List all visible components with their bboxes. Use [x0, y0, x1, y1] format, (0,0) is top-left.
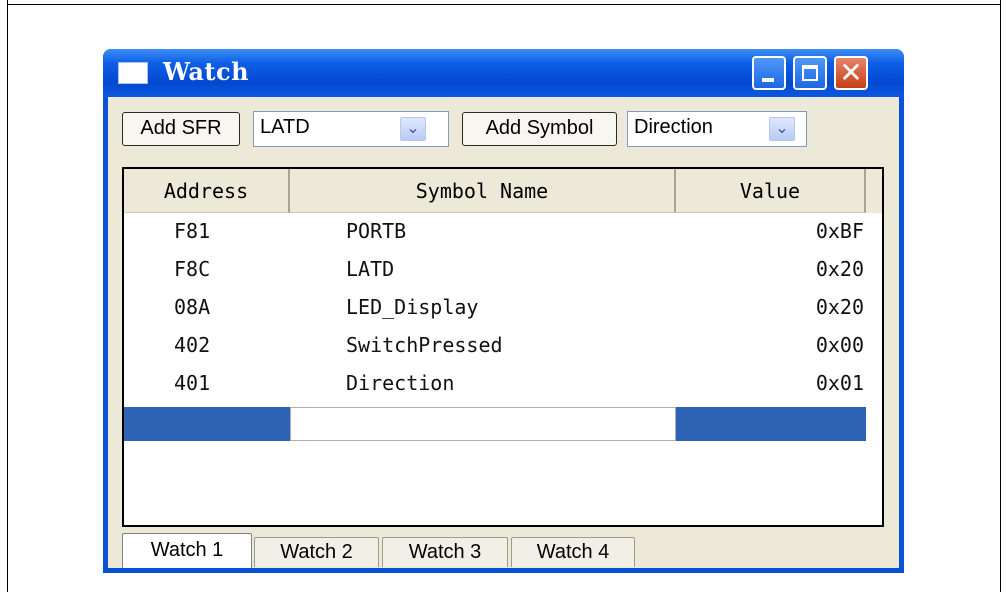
tab-watch-1[interactable]: Watch 1	[122, 533, 252, 568]
figure-border-right	[1000, 0, 1001, 592]
symbol-cell: PORTB	[346, 219, 407, 243]
window-client-area: Add SFR LATD ⌄ Add Symbol Direction ⌄ Ad…	[108, 97, 899, 568]
chevron-down-icon[interactable]: ⌄	[769, 117, 795, 141]
table-row[interactable]: F81 PORTB 0xBF	[124, 217, 882, 247]
chevron-down-icon[interactable]: ⌄	[400, 117, 426, 141]
value-cell: 0x20	[815, 295, 864, 319]
column-header-symbol-name[interactable]: Symbol Name	[290, 169, 676, 213]
add-sfr-button[interactable]: Add SFR	[122, 112, 240, 146]
table-row[interactable]: F8C LATD 0x20	[124, 255, 882, 285]
symbol-dropdown[interactable]: Direction ⌄	[627, 111, 807, 147]
title-bar[interactable]: Watch ✕	[103, 49, 904, 97]
address-cell: F8C	[174, 257, 211, 281]
value-cell: 0x01	[815, 371, 864, 395]
address-cell: F81	[174, 219, 211, 243]
symbol-cell: SwitchPressed	[346, 333, 503, 357]
grid-header: Address Symbol Name Value	[124, 169, 882, 213]
figure-border-left	[7, 0, 8, 592]
maximize-button[interactable]	[793, 56, 827, 90]
minimize-icon	[762, 78, 774, 82]
symbol-cell: Direction	[346, 371, 455, 395]
value-cell: 0x00	[815, 333, 864, 357]
window-title: Watch	[163, 57, 250, 86]
new-entry-address-cell[interactable]	[124, 407, 290, 441]
table-row[interactable]: 08A LED_Display 0x20	[124, 293, 882, 323]
figure-border-top	[7, 4, 1001, 5]
sfr-dropdown[interactable]: LATD ⌄	[253, 111, 449, 147]
add-symbol-button[interactable]: Add Symbol	[462, 112, 617, 146]
watch-window: Watch ✕ Add SFR LATD ⌄ Add Symbol Direct…	[103, 49, 904, 573]
address-cell: 402	[174, 333, 211, 357]
new-entry-row[interactable]	[124, 407, 882, 441]
value-cell: 0xBF	[815, 219, 864, 243]
window-icon	[118, 62, 148, 84]
new-entry-symbol-input[interactable]	[290, 407, 676, 441]
symbol-dropdown-value: Direction	[634, 116, 713, 138]
maximize-icon	[802, 65, 818, 81]
symbol-cell: LED_Display	[346, 295, 479, 319]
value-cell: 0x20	[815, 257, 864, 281]
tab-watch-2[interactable]: Watch 2	[254, 537, 379, 567]
tab-watch-3[interactable]: Watch 3	[382, 537, 508, 567]
tab-watch-4[interactable]: Watch 4	[511, 537, 635, 567]
new-entry-value-cell[interactable]	[676, 407, 866, 441]
address-cell: 08A	[174, 295, 211, 319]
table-row[interactable]: 401 Direction 0x01	[124, 369, 882, 399]
close-icon: ✕	[839, 56, 863, 89]
sfr-dropdown-value: LATD	[260, 116, 310, 138]
minimize-button[interactable]	[752, 56, 786, 90]
symbol-cell: LATD	[346, 257, 395, 281]
table-row[interactable]: 402 SwitchPressed 0x00	[124, 331, 882, 361]
address-cell: 401	[174, 371, 211, 395]
close-button[interactable]: ✕	[834, 56, 868, 90]
column-header-value[interactable]: Value	[676, 169, 866, 213]
column-header-address[interactable]: Address	[124, 169, 290, 213]
watch-grid: Address Symbol Name Value F81 PORTB 0xBF…	[122, 167, 884, 527]
